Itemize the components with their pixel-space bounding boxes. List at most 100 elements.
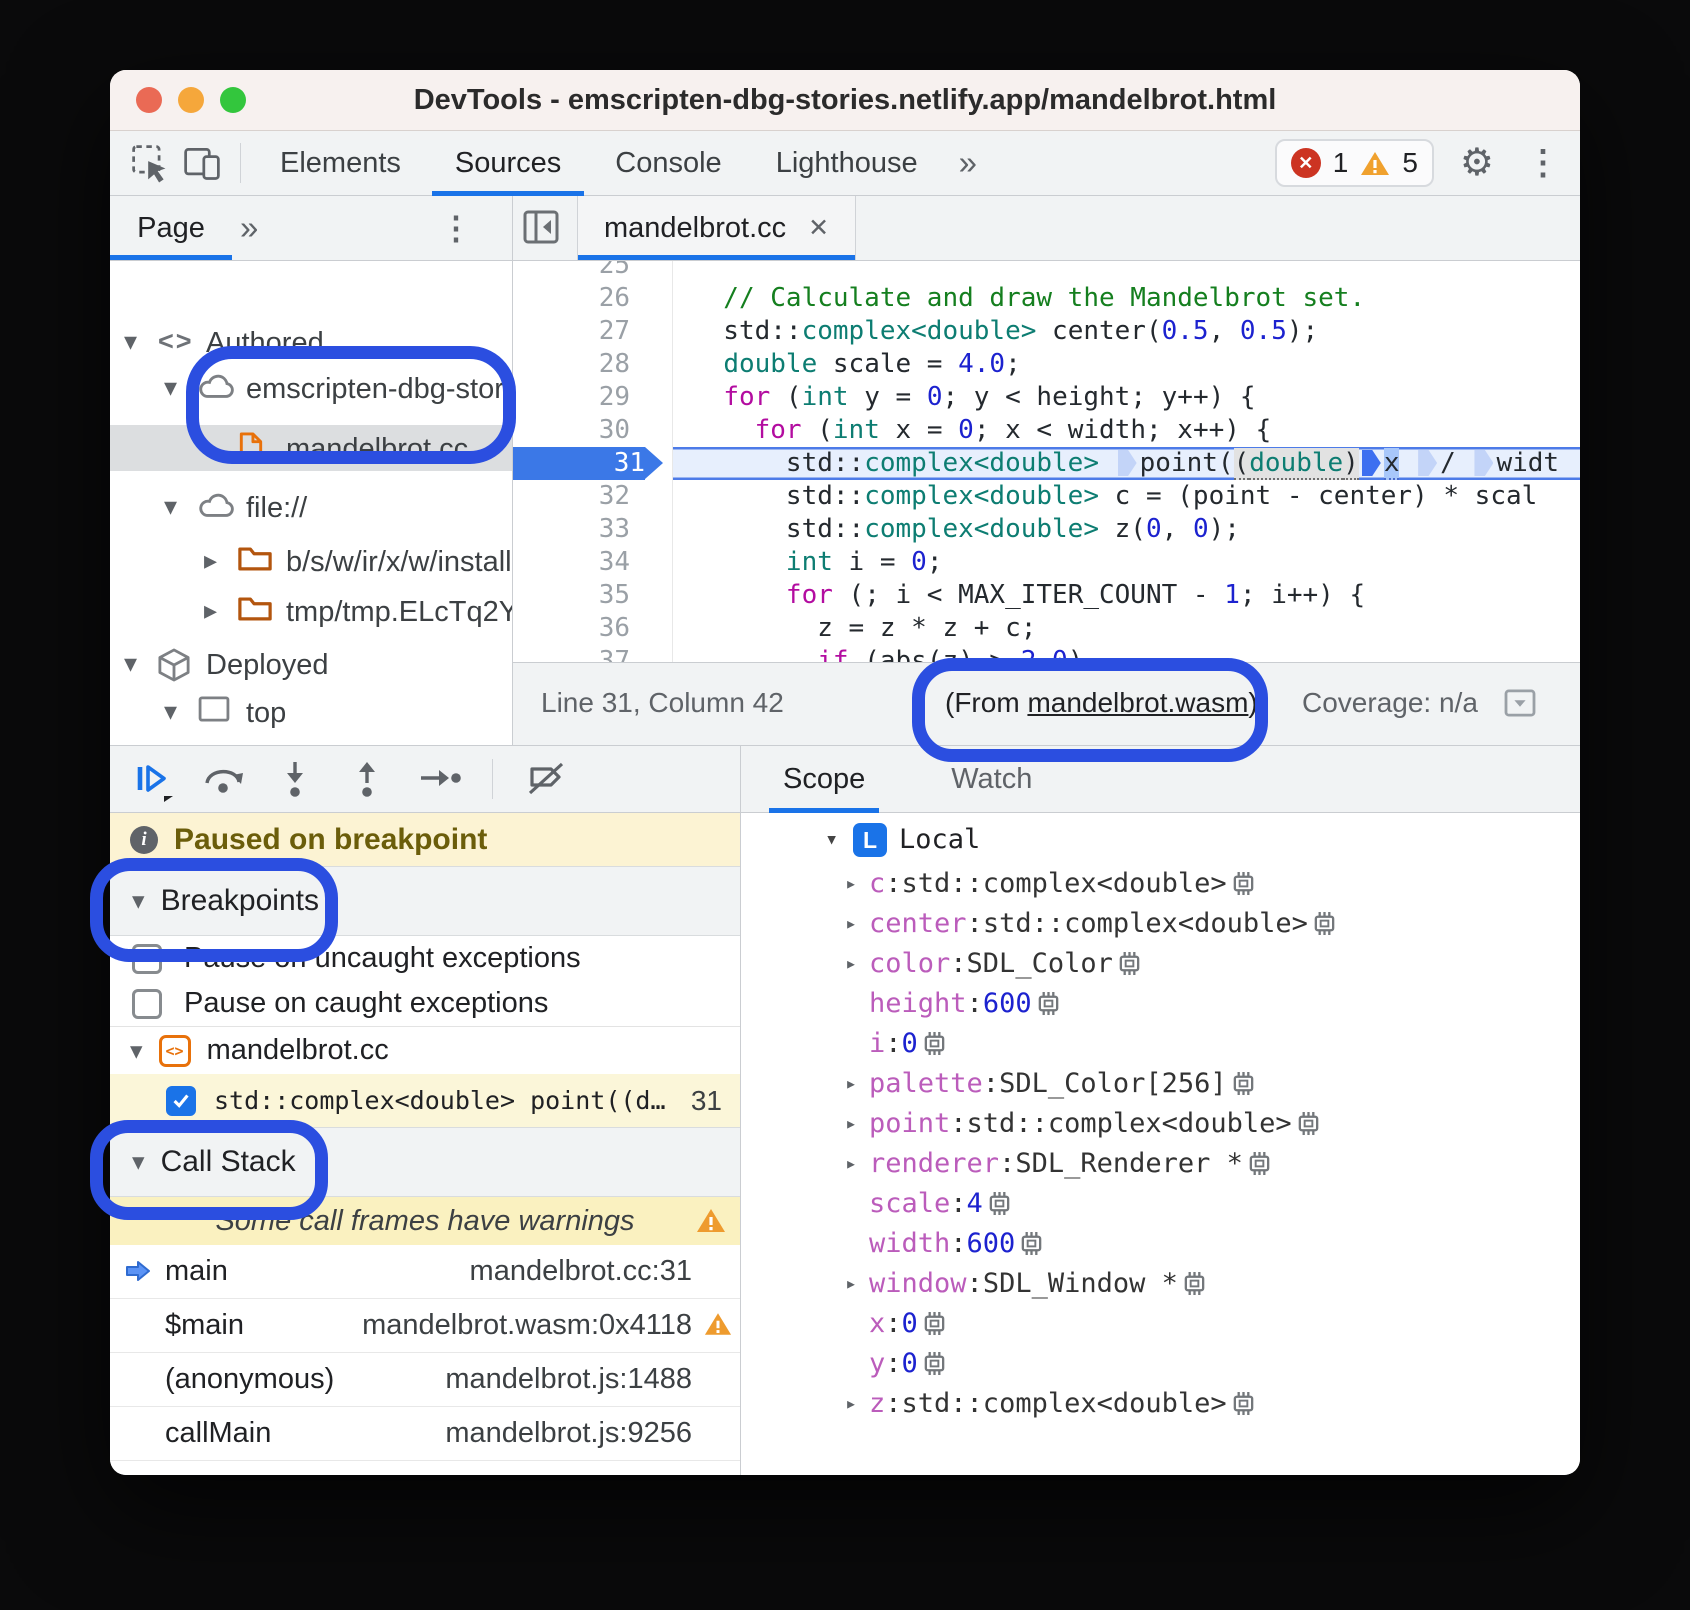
step-position-marker-icon[interactable] <box>1118 450 1137 476</box>
line-number[interactable]: 28 <box>513 348 630 381</box>
tab-scope[interactable]: Scope <box>769 746 879 813</box>
line-number[interactable]: 34 <box>513 546 630 579</box>
tab-watch[interactable]: Watch <box>937 746 1046 813</box>
kebab-menu-icon[interactable]: ⋮ <box>1520 143 1566 183</box>
tree-item-file[interactable]: ▾file:// <box>110 484 512 530</box>
line-content[interactable]: int i = 0; <box>672 546 1580 579</box>
memory-icon[interactable] <box>1227 1390 1256 1417</box>
tree-item-deployed[interactable]: ▾Deployed <box>110 641 512 687</box>
step-out-button[interactable] <box>344 756 390 802</box>
navigator-kebab-icon[interactable]: ⋮ <box>440 196 472 260</box>
memory-icon[interactable] <box>1113 950 1142 977</box>
tab-sources[interactable]: Sources <box>428 131 588 195</box>
deactivate-breakpoints-button[interactable] <box>523 756 569 802</box>
scope-var-point[interactable]: ▸point: std::complex<double> <box>741 1103 1580 1143</box>
chevron-down-icon[interactable]: ▾ <box>164 696 177 727</box>
line-number[interactable]: 37 <box>513 645 630 663</box>
tree-item-emscripten-dbg-storie[interactable]: ▾emscripten-dbg-storie <box>110 365 512 411</box>
close-window-button[interactable] <box>136 87 162 113</box>
scope-var-scale[interactable]: scale: 4 <box>741 1183 1580 1223</box>
scope-var-c[interactable]: ▸c: std::complex<double> <box>741 863 1580 903</box>
settings-gear-icon[interactable]: ⚙ <box>1460 144 1494 182</box>
step-button[interactable] <box>416 756 462 802</box>
chevron-right-icon[interactable]: ▸ <box>845 1111 857 1135</box>
scope-var-center[interactable]: ▸center: std::complex<double> <box>741 903 1580 943</box>
more-panels-icon[interactable]: » <box>240 196 258 260</box>
line-content[interactable]: double scale = 4.0; <box>672 348 1580 381</box>
chevron-down-icon[interactable]: ▾ <box>164 491 177 522</box>
scope-local-row[interactable]: ▾ L Local <box>741 819 1580 861</box>
code-area[interactable]: 2526 // Calculate and draw the Mandelbro… <box>513 261 1580 663</box>
current-position-marker-icon[interactable] <box>1362 450 1381 476</box>
stack-frame-main[interactable]: mainmandelbrot.cc:31 <box>110 1245 740 1299</box>
line-number[interactable]: 31 <box>513 447 645 480</box>
memory-icon[interactable] <box>983 1190 1012 1217</box>
tab-console[interactable]: Console <box>588 131 748 195</box>
pause-caught-checkbox[interactable] <box>132 989 162 1019</box>
chevron-down-icon[interactable]: ▾ <box>164 372 177 403</box>
tree-item-authored[interactable]: ▾<>Authored <box>110 319 512 365</box>
step-position-marker-icon[interactable] <box>1418 450 1437 476</box>
scope-var-x[interactable]: x: 0 <box>741 1303 1580 1343</box>
memory-icon[interactable] <box>1243 1150 1272 1177</box>
line-number[interactable]: 25 <box>513 261 630 282</box>
chevron-right-icon[interactable]: ▸ <box>845 911 857 935</box>
stack-frame-$main[interactable]: $mainmandelbrot.wasm:0x4118 <box>110 1299 740 1353</box>
resume-button[interactable] <box>128 756 174 802</box>
line-content[interactable]: std::complex<double> z(0, 0); <box>672 513 1580 546</box>
memory-icon[interactable] <box>1227 870 1256 897</box>
chevron-right-icon[interactable]: ▸ <box>845 1151 857 1175</box>
minimize-window-button[interactable] <box>178 87 204 113</box>
breakpoints-section-header[interactable]: ▾ Breakpoints <box>110 866 740 936</box>
line-content[interactable]: for (int y = 0; y < height; y++) { <box>672 381 1580 414</box>
scope-var-color[interactable]: ▸color: SDL_Color <box>741 943 1580 983</box>
pause-caught-row[interactable]: Pause on caught exceptions <box>110 981 740 1026</box>
memory-icon[interactable] <box>1015 1230 1044 1257</box>
chevron-down-icon[interactable]: ▾ <box>124 648 137 679</box>
line-number[interactable]: 29 <box>513 381 630 414</box>
scope-var-height[interactable]: height: 600 <box>741 983 1580 1023</box>
line-number[interactable]: 33 <box>513 513 630 546</box>
breakpoint-checkbox[interactable] <box>166 1086 196 1116</box>
chevron-right-icon[interactable]: ▸ <box>845 1271 857 1295</box>
line-content[interactable] <box>672 261 1580 282</box>
device-toolbar-button[interactable] <box>176 135 228 191</box>
memory-icon[interactable] <box>1227 1070 1256 1097</box>
line-number[interactable]: 26 <box>513 282 630 315</box>
memory-icon[interactable] <box>1308 910 1337 937</box>
step-into-button[interactable] <box>272 756 318 802</box>
scope-var-palette[interactable]: ▸palette: SDL_Color[256] <box>741 1063 1580 1103</box>
chevron-right-icon[interactable]: ▸ <box>845 951 857 975</box>
memory-icon[interactable] <box>1032 990 1061 1017</box>
collapse-panel-icon[interactable] <box>523 210 559 249</box>
scope-var-width[interactable]: width: 600 <box>741 1223 1580 1263</box>
close-icon[interactable]: ✕ <box>808 213 829 243</box>
line-content[interactable]: std::complex<double> c = (point - center… <box>672 480 1580 513</box>
pause-uncaught-row[interactable]: Pause on uncaught exceptions <box>110 936 740 981</box>
memory-icon[interactable] <box>1178 1270 1207 1297</box>
line-number[interactable]: 36 <box>513 612 630 645</box>
tree-item-tmp-tmp-elctq2yc[interactable]: ▸tmp/tmp.ELcTq2YC <box>110 588 512 634</box>
tree-item-top[interactable]: ▾top <box>110 689 512 735</box>
inspect-element-button[interactable] <box>124 135 176 191</box>
line-number[interactable]: 27 <box>513 315 630 348</box>
tree-item-mandelbrot-cc[interactable]: mandelbrot.cc <box>110 425 512 471</box>
line-number[interactable]: 30 <box>513 414 630 447</box>
more-tabs-icon[interactable]: » <box>945 144 991 182</box>
memory-icon[interactable] <box>918 1350 947 1377</box>
stack-frame--anonymous-[interactable]: (anonymous)mandelbrot.js:1488 <box>110 1353 740 1407</box>
tab-elements[interactable]: Elements <box>253 131 428 195</box>
scope-var-y[interactable]: y: 0 <box>741 1343 1580 1383</box>
chevron-right-icon[interactable]: ▸ <box>845 871 857 895</box>
chevron-right-icon[interactable]: ▸ <box>204 545 217 576</box>
breakpoint-entry[interactable]: std::complex<double> point((d… 31 <box>110 1074 740 1127</box>
line-content[interactable]: std::complex<double> center(0.5, 0.5); <box>672 315 1580 348</box>
pause-uncaught-checkbox[interactable] <box>132 944 162 974</box>
chevron-right-icon[interactable]: ▸ <box>204 595 217 626</box>
chevron-right-icon[interactable]: ▸ <box>845 1071 857 1095</box>
stack-frame-callmain[interactable]: callMainmandelbrot.js:9256 <box>110 1407 740 1461</box>
zoom-window-button[interactable] <box>220 87 246 113</box>
callstack-section-header[interactable]: ▾ Call Stack <box>110 1127 740 1197</box>
chevron-right-icon[interactable]: ▸ <box>845 1391 857 1415</box>
tab-page[interactable]: Page <box>110 196 232 260</box>
